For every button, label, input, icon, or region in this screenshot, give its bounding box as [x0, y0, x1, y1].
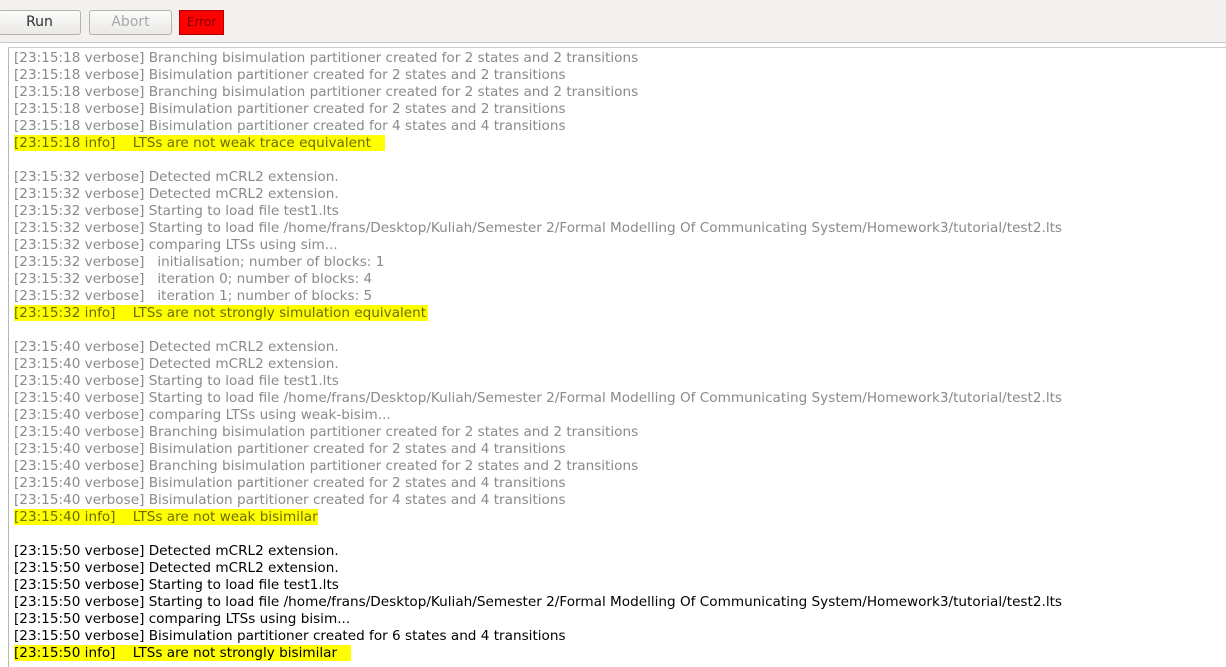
log-result-highlight: [23:15:50 info] LTSs are not strongly bi… [14, 645, 352, 661]
log-line: [23:15:50 verbose] Starting to load file… [14, 577, 339, 593]
log-line: [23:15:32 verbose] iteration 0; number o… [14, 271, 373, 287]
log-line: [23:15:32 verbose] initialisation; numbe… [14, 254, 385, 270]
log-line: [23:15:18 verbose] Bisimulation partitio… [14, 118, 566, 134]
log-line: [23:15:50 verbose] Bisimulation partitio… [14, 628, 566, 644]
log-line: [23:15:40 verbose] Starting to load file… [14, 373, 339, 389]
log-line: [23:15:18 verbose] Bisimulation partitio… [14, 101, 566, 117]
log-content: [23:15:18 verbose] Branching bisimulatio… [14, 50, 1062, 662]
log-result-highlight: [23:15:18 info] LTSs are not weak trace … [14, 135, 385, 151]
log-line: [23:15:18 verbose] Bisimulation partitio… [14, 67, 566, 83]
log-line: [23:15:40 verbose] Bisimulation partitio… [14, 492, 566, 508]
log-line: [23:15:50 verbose] Detected mCRL2 extens… [14, 543, 339, 559]
log-line: [23:15:18 verbose] Branching bisimulatio… [14, 84, 639, 100]
error-status-indicator: Error [179, 10, 224, 35]
log-line: [23:15:32 verbose] Starting to load file… [14, 220, 1063, 236]
log-line: [23:15:50 verbose] Starting to load file… [14, 594, 1063, 610]
log-line: [23:15:32 verbose] Detected mCRL2 extens… [14, 169, 339, 185]
log-line: [23:15:32 verbose] Detected mCRL2 extens… [14, 186, 339, 202]
log-line: [23:15:32 verbose] Starting to load file… [14, 203, 339, 219]
log-line: [23:15:40 verbose] Bisimulation partitio… [14, 475, 566, 491]
log-line: [23:15:40 verbose] Branching bisimulatio… [14, 424, 639, 440]
log-spacer [14, 526, 1062, 543]
log-line: [23:15:40 verbose] Starting to load file… [14, 390, 1063, 406]
abort-button[interactable]: Abort [89, 10, 172, 35]
log-line: [23:15:40 verbose] Bisimulation partitio… [14, 441, 566, 457]
log-line: [23:15:32 verbose] iteration 1; number o… [14, 288, 373, 304]
log-line: [23:15:50 verbose] comparing LTSs using … [14, 611, 351, 627]
log-line: [23:15:40 verbose] Detected mCRL2 extens… [14, 356, 339, 372]
log-line: [23:15:40 verbose] Branching bisimulatio… [14, 458, 639, 474]
toolbar: Run Abort Error [0, 0, 1226, 43]
log-line: [23:15:18 verbose] Branching bisimulatio… [14, 50, 639, 66]
log-result-highlight: [23:15:32 info] LTSs are not strongly si… [14, 305, 429, 321]
log-line: [23:15:40 verbose] comparing LTSs using … [14, 407, 391, 423]
log-line: [23:15:40 verbose] Detected mCRL2 extens… [14, 339, 339, 355]
log-output-panel[interactable]: [23:15:18 verbose] Branching bisimulatio… [8, 47, 1226, 667]
log-result-highlight: [23:15:40 info] LTSs are not weak bisimi… [14, 509, 318, 525]
run-button[interactable]: Run [0, 10, 81, 35]
log-spacer [14, 322, 1062, 339]
log-spacer [14, 152, 1062, 169]
log-line: [23:15:50 verbose] Detected mCRL2 extens… [14, 560, 339, 576]
log-line: [23:15:32 verbose] comparing LTSs using … [14, 237, 338, 253]
